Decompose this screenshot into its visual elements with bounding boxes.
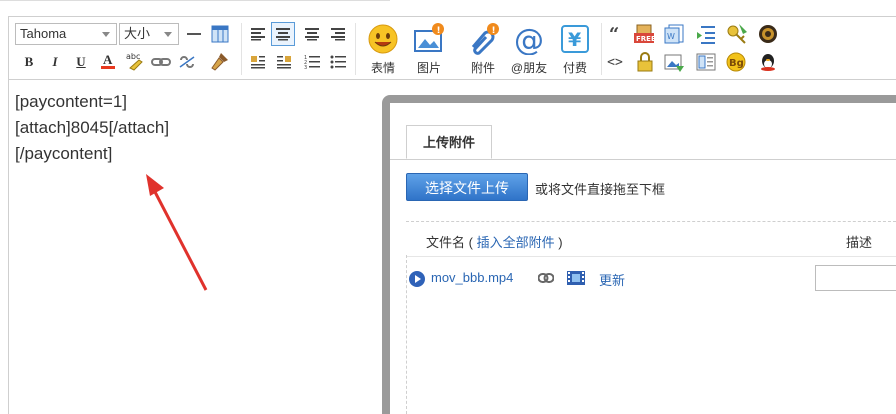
header-paren-open: ( [468,235,473,250]
top-divider [0,0,390,1]
ordered-list-icon[interactable]: 123 [303,53,321,71]
font-size-value: 大小 [124,26,151,41]
horizontal-rule-icon[interactable] [185,25,203,43]
insert-all-attachments-link[interactable]: 插入全部附件 [477,235,555,250]
upload-dialog-body: 上传附件 选择文件上传 或将文件直接拖至下框 文件名 ( 插入全部附件 ) 描述… [390,103,896,414]
toolbar-separator [241,23,242,75]
attachment-description-input[interactable] [815,265,896,291]
font-size-select[interactable]: 大小 [119,23,179,45]
yen-icon: ¥ [559,23,591,55]
svg-text:W: W [667,32,675,41]
editor-content[interactable]: [paycontent=1] [attach]8045[/attach] [/p… [15,89,169,167]
emoticon-button[interactable]: 表情 [363,23,403,76]
underline-icon[interactable]: U [73,53,89,71]
font-family-select[interactable]: Tahoma [15,23,117,45]
background-music-icon[interactable]: Bg [725,51,747,73]
svg-text:@: @ [514,23,544,55]
align-left-icon[interactable] [249,25,267,43]
svg-text:abc: abc [126,52,140,61]
attachment-filename-link[interactable]: mov_bbb.mp4 [431,270,513,285]
tab-upload-attachment[interactable]: 上传附件 [406,125,492,159]
free-tag-icon[interactable]: FREE [633,23,655,45]
svg-text:!: ! [437,26,441,36]
chevron-down-icon [102,32,110,37]
link-icon[interactable] [151,53,171,71]
flash-icon[interactable] [757,23,779,45]
svg-text:3: 3 [304,65,307,70]
drop-hint-text: 或将文件直接拖至下框 [535,182,666,197]
page-layout-icon[interactable] [695,51,717,73]
paid-content-label: 付费 [562,61,587,75]
filename-header: 文件名 ( 插入全部附件 ) [426,232,563,251]
code-icon[interactable]: <> [605,53,625,71]
paperclip-icon: ! [467,23,499,55]
font-color-icon[interactable]: A [99,51,117,71]
editor-toolbar: Tahoma 大小 B I U A abc 1 2 3 表情 ! 图片 ! 附件… [8,16,896,80]
align-center-icon[interactable] [271,22,295,46]
image-label: 图片 [416,61,441,75]
at-sign-icon: @ [513,23,545,58]
float-left-icon[interactable] [249,53,267,71]
upload-dialog: 上传附件 选择文件上传 或将文件直接拖至下框 文件名 ( 插入全部附件 ) 描述… [382,95,896,414]
clear-format-brush-icon[interactable] [209,51,231,71]
editor-line: [attach]8045[/attach] [15,118,170,137]
video-film-icon[interactable] [567,270,585,286]
svg-text:A: A [103,52,113,67]
image-icon: ! [413,23,445,55]
qq-icon[interactable] [757,51,779,73]
attachment-label: 附件 [470,61,495,75]
lock-icon[interactable] [635,51,655,73]
select-file-upload-button[interactable]: 选择文件上传 [406,173,528,201]
toolbar-separator [355,23,356,75]
unlink-icon[interactable] [177,53,197,71]
header-paren-close: ) [558,235,563,250]
update-attachment-link[interactable]: 更新 [599,270,625,289]
editor-line: [paycontent=1] [15,92,128,111]
image-insert-icon[interactable] [663,51,685,73]
smiley-icon [367,23,399,55]
indent-icon[interactable] [695,23,717,45]
key-icon[interactable] [725,23,749,45]
attachment-button[interactable]: ! 附件 [463,23,503,76]
attachment-drop-area[interactable]: mov_bbb.mp4 更新 [406,255,896,414]
background-color-icon[interactable]: abc [125,51,145,71]
chevron-down-icon [164,32,172,37]
dialog-tab-bar: 上传附件 [390,121,896,160]
align-justify-icon[interactable] [303,25,321,43]
font-family-value: Tahoma [20,26,67,41]
italic-icon[interactable]: I [47,53,63,71]
toolbar-separator [601,23,602,75]
float-right-icon[interactable] [275,53,293,71]
svg-text:Bg: Bg [729,58,744,69]
editor-line: [/paycontent] [15,144,113,163]
description-header: 描述 [846,235,873,250]
svg-text:¥: ¥ [568,29,581,51]
unordered-list-icon[interactable] [329,53,347,71]
chain-link-icon[interactable] [538,273,554,283]
svg-text:FREE: FREE [636,35,655,43]
table-row: mov_bbb.mp4 更新 [407,265,896,291]
bold-icon[interactable]: B [21,53,37,71]
video-play-icon [409,271,425,287]
attachment-table-header: 文件名 ( 插入全部附件 ) 描述 [406,221,896,257]
svg-text:!: ! [492,26,496,36]
image-button[interactable]: ! 图片 [409,23,449,76]
red-arrow-annotation [146,174,208,291]
filename-header-label: 文件名 [426,235,466,250]
mention-friend-label: @朋友 [510,61,548,75]
align-right-icon[interactable] [329,25,347,43]
quote-icon[interactable]: “ [605,24,623,45]
mention-friend-button[interactable]: @ @朋友 [509,23,549,76]
paid-content-button[interactable]: ¥ 付费 [555,23,595,76]
table-icon[interactable] [211,25,229,43]
emoticon-label: 表情 [370,61,395,75]
document-icon[interactable]: W [663,23,685,45]
